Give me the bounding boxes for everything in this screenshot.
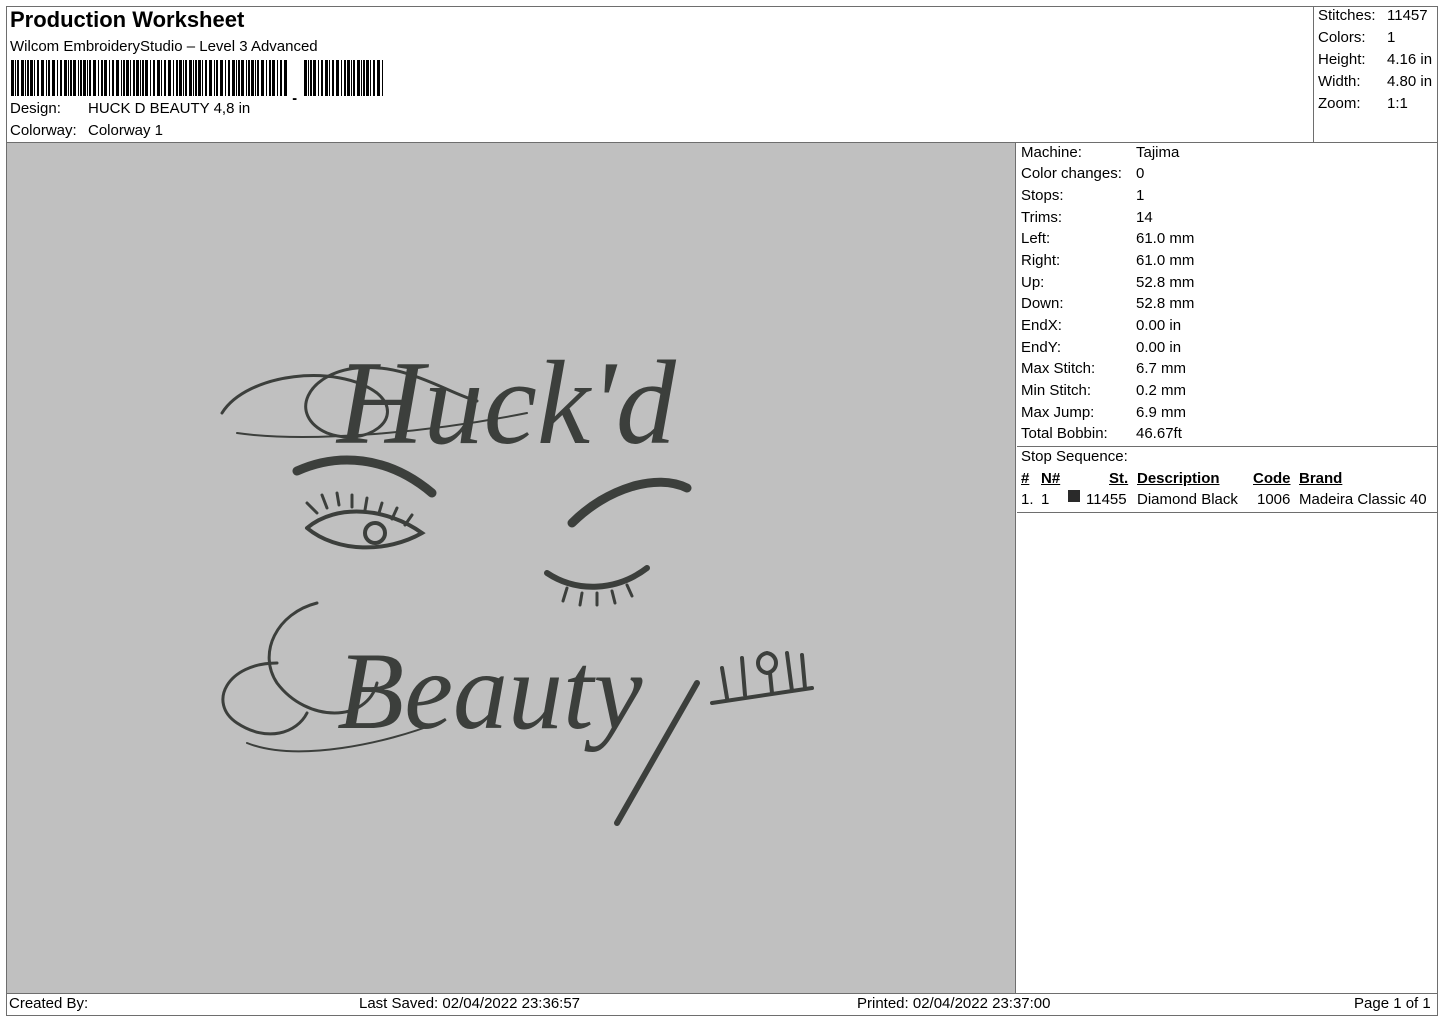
stat-height: Height: 4.16 in — [1318, 51, 1433, 68]
info-min-stitch: Min Stitch: 0.2 mm — [1021, 382, 1187, 399]
info-total-bobbin: Total Bobbin: 46.67ft — [1021, 425, 1182, 442]
colorway-row: Colorway: Colorway 1 — [10, 122, 163, 139]
info-max-stitch: Max Stitch: 6.7 mm — [1021, 360, 1187, 377]
info-color-changes: Color changes: 0 — [1021, 165, 1145, 182]
row-brand: Madeira Classic 40 — [1299, 491, 1427, 508]
design-row: Design: HUCK D BEAUTY 4,8 in — [10, 100, 250, 117]
stat-width: Width: 4.80 in — [1318, 73, 1433, 90]
info-max-jump: Max Jump: 6.9 mm — [1021, 404, 1187, 421]
row-description: Diamond Black — [1137, 491, 1238, 508]
row-code: 1006 — [1257, 491, 1291, 508]
info-down: Down: 52.8 mm — [1021, 295, 1195, 312]
thread-color-swatch — [1068, 490, 1080, 502]
created-by: Created By: — [9, 995, 89, 1012]
design-label: Design: — [10, 100, 61, 117]
stat-zoom: Zoom: 1:1 — [1318, 95, 1408, 112]
stop-sequence-title: Stop Sequence: — [1021, 448, 1128, 465]
stat-colors: Colors: 1 — [1318, 29, 1396, 46]
col-header-st: St. — [1109, 470, 1129, 487]
col-header-code: Code — [1253, 470, 1291, 487]
colorway-label: Colorway: — [10, 122, 77, 139]
info-right: Right: 61.0 mm — [1021, 252, 1195, 269]
info-stops: Stops: 1 — [1021, 187, 1145, 204]
svg-text:,: , — [291, 78, 298, 100]
eye-right-closed — [544, 565, 650, 590]
printed-date: Printed: 02/04/2022 23:37:00 — [857, 995, 1051, 1012]
eyebrow-right — [567, 477, 692, 528]
divider — [1017, 446, 1438, 447]
col-header-num: # — [1021, 470, 1030, 487]
machine-info-panel: Machine: Tajima Color changes: 0 Stops: 1 T… — [1017, 143, 1438, 993]
col-header-description: Description — [1137, 470, 1220, 487]
divider — [1017, 512, 1438, 513]
row-n: 1 — [1041, 491, 1050, 508]
worksheet-footer: Created By: Last Saved: 02/04/2022 23:36… — [6, 993, 1438, 1016]
iris-left — [363, 521, 387, 545]
barcode: , — [11, 60, 383, 100]
info-endx: EndX: 0.00 in — [1021, 317, 1182, 334]
last-saved: Last Saved: 02/04/2022 23:36:57 — [359, 995, 581, 1012]
design-preview: Huck'd Beauty — [7, 143, 1016, 993]
col-header-n: N# — [1041, 470, 1061, 487]
info-left: Left: 61.0 mm — [1021, 230, 1195, 247]
col-header-brand: Brand — [1299, 470, 1343, 487]
stat-stitches: Stitches: 11457 — [1318, 7, 1428, 24]
info-up: Up: 52.8 mm — [1021, 274, 1195, 291]
row-num: 1. — [1021, 491, 1034, 508]
page-number: Page 1 of 1 — [1354, 995, 1431, 1012]
row-st: 11455 — [1086, 491, 1127, 508]
info-endy: EndY: 0.00 in — [1021, 339, 1182, 356]
info-trims: Trims: 14 — [1021, 209, 1153, 226]
worksheet-header: Production Worksheet Wilcom EmbroiderySt… — [6, 6, 1314, 143]
embroidery-design: Huck'd Beauty — [220, 336, 814, 826]
design-text-huckd: Huck'd — [335, 336, 677, 469]
design-value: HUCK D BEAUTY 4,8 in — [88, 100, 251, 117]
salon-tools — [710, 651, 814, 705]
design-text-beauty: Beauty — [337, 630, 643, 752]
software-name: Wilcom EmbroideryStudio – Level 3 Advanc… — [10, 38, 318, 55]
stats-box: Stitches: 11457 Colors: 1 Height: 4.16 in W… — [1314, 6, 1438, 143]
page-title: Production Worksheet — [10, 7, 245, 32]
info-machine: Machine: Tajima — [1021, 144, 1180, 161]
colorway-value: Colorway 1 — [88, 122, 164, 139]
